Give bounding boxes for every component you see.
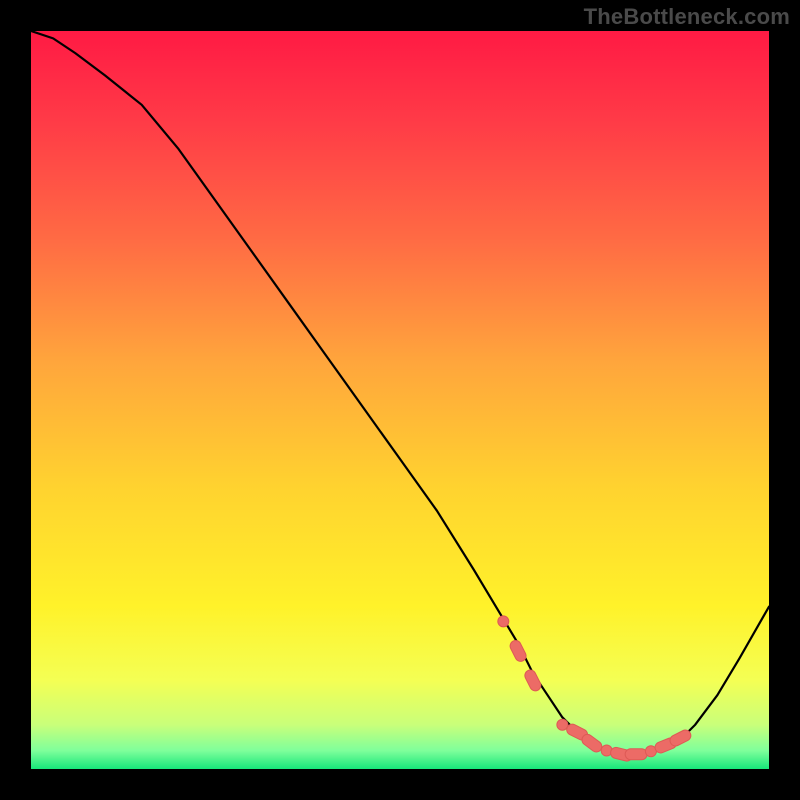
chart-frame: TheBottleneck.com <box>0 0 800 800</box>
data-point <box>625 749 647 760</box>
attribution-label: TheBottleneck.com <box>584 4 790 30</box>
data-point <box>557 719 568 730</box>
plot-area <box>31 31 769 769</box>
data-point <box>498 616 509 627</box>
gradient-background <box>31 31 769 769</box>
bottleneck-curve-chart <box>31 31 769 769</box>
